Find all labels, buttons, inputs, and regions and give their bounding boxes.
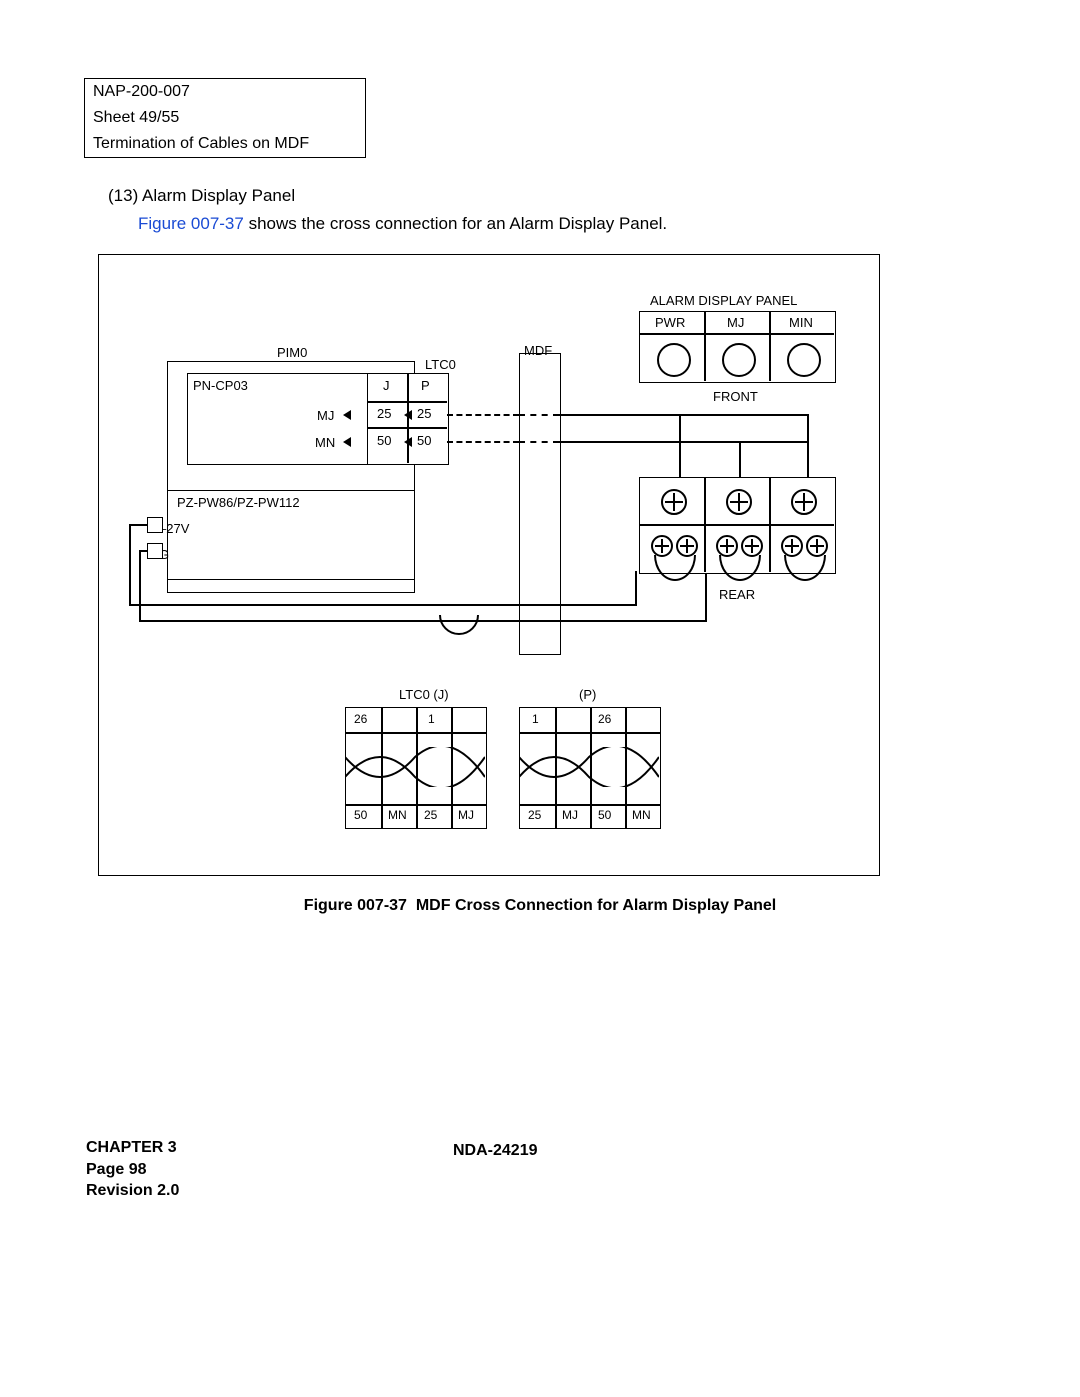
body-text: Figure 007-37 shows the cross connection… (138, 214, 667, 234)
grid-cell: 50 (354, 808, 367, 822)
mn-label: MN (315, 435, 335, 450)
grid-cell: MJ (458, 808, 474, 822)
arrow-icon (343, 437, 351, 447)
wire-dashed (447, 414, 519, 416)
divider (704, 311, 706, 381)
jumper-icon (719, 555, 761, 581)
wire (129, 604, 637, 606)
footer-page: Page 98 (86, 1159, 179, 1181)
j-label: J (383, 378, 390, 393)
wire-dashed (519, 414, 559, 416)
page-footer-left: CHAPTER 3 Page 98 Revision 2.0 (86, 1137, 179, 1202)
grid-cell: MN (388, 808, 407, 822)
connector-box (147, 543, 163, 559)
wire-dashed (447, 441, 519, 443)
cell-25a: 25 (377, 406, 391, 421)
indicator-icon (787, 343, 821, 377)
front-label: FRONT (713, 389, 758, 404)
footer-docno: NDA-24219 (453, 1142, 537, 1160)
mdf-box (519, 353, 561, 655)
jumper-icon (784, 555, 826, 581)
cell-50b: 50 (417, 433, 431, 448)
ltc0-label: LTC0 (425, 357, 456, 372)
wire (705, 571, 707, 622)
divider (639, 524, 834, 526)
mj2-label: MJ (727, 315, 744, 330)
min-label: MIN (789, 315, 813, 330)
divider (639, 333, 834, 335)
crossover-icon (519, 747, 659, 787)
figure-number: Figure 007-37 (304, 897, 407, 914)
rear-label: REAR (719, 587, 755, 602)
wire (559, 441, 809, 443)
neg27v-label: –27V (159, 521, 189, 536)
screw-terminal-icon (726, 489, 752, 515)
ltc0-row2 (367, 427, 447, 429)
screw-terminal-icon (791, 489, 817, 515)
screw-terminal-icon (781, 535, 803, 557)
footer-chapter: CHAPTER 3 (86, 1137, 179, 1159)
arrow-icon (343, 410, 351, 420)
loop-icon (439, 595, 479, 635)
body-rest: shows the cross connection for an Alarm … (244, 214, 667, 233)
grid-cell: 1 (428, 712, 435, 726)
wire (139, 550, 141, 622)
indicator-icon (657, 343, 691, 377)
grid-cell: 26 (354, 712, 367, 726)
figure-reference-link[interactable]: Figure 007-37 (138, 214, 244, 233)
arrow-icon (404, 437, 412, 447)
p-label: P (421, 378, 430, 393)
jumper-icon (654, 555, 696, 581)
wire-dashed (519, 441, 559, 443)
wire (139, 620, 707, 622)
wire (559, 414, 809, 416)
screw-terminal-icon (661, 489, 687, 515)
screw-terminal-icon (651, 535, 673, 557)
wire (635, 571, 637, 606)
grid-cell: MJ (562, 808, 578, 822)
screw-terminal-icon (676, 535, 698, 557)
cell-25b: 25 (417, 406, 431, 421)
mdf-label: MDF (524, 343, 552, 358)
figure-title: MDF Cross Connection for Alarm Display P… (416, 897, 776, 914)
grid-cell: 25 (424, 808, 437, 822)
mj-label: MJ (317, 408, 334, 423)
grid-cell: 50 (598, 808, 611, 822)
pn-cp03-label: PN-CP03 (193, 378, 248, 393)
diagram-frame: PIM0 PN-CP03 MJ MN LTC0 J P 25 25 50 50 … (98, 254, 880, 876)
indicator-icon (722, 343, 756, 377)
screw-terminal-icon (741, 535, 763, 557)
divider (769, 311, 771, 381)
header-line-1: NAP-200-007 (85, 79, 365, 105)
cell-50a: 50 (377, 433, 391, 448)
pz-pw-label: PZ-PW86/PZ-PW112 (177, 495, 300, 510)
wire (129, 524, 131, 606)
pwr-label: PWR (655, 315, 685, 330)
screw-terminal-icon (716, 535, 738, 557)
pim0-label: PIM0 (277, 345, 307, 360)
crossover-icon (345, 747, 485, 787)
arrow-icon (404, 410, 412, 420)
alarm-panel-title: ALARM DISPLAY PANEL (650, 293, 797, 308)
section-number: (13) (108, 186, 138, 205)
header-info-box: NAP-200-007 Sheet 49/55 Termination of C… (84, 78, 366, 158)
p-paren-label: (P) (579, 687, 596, 702)
ltc0-row1 (367, 401, 447, 403)
connector-box (147, 517, 163, 533)
grid-cell: 1 (532, 712, 539, 726)
header-line-3: Termination of Cables on MDF (85, 131, 365, 157)
section-title: Alarm Display Panel (142, 186, 295, 205)
grid-cell: MN (632, 808, 651, 822)
figure-caption: Figure 007-37 MDF Cross Connection for A… (0, 897, 1080, 915)
screw-terminal-icon (806, 535, 828, 557)
footer-revision: Revision 2.0 (86, 1180, 179, 1202)
wire (129, 524, 147, 526)
grid-cell: 26 (598, 712, 611, 726)
section-heading: (13) Alarm Display Panel (108, 186, 295, 206)
grid-cell: 25 (528, 808, 541, 822)
ltc0j-label: LTC0 (J) (399, 687, 449, 702)
header-line-2: Sheet 49/55 (85, 105, 365, 131)
